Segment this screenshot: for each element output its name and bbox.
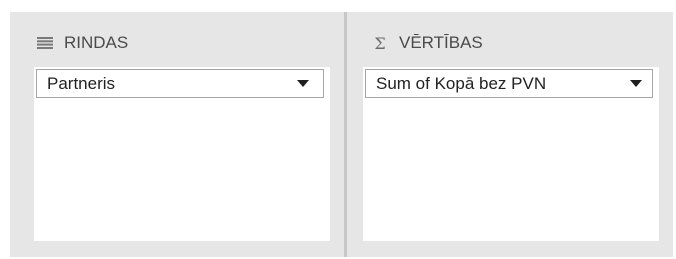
values-area-title: VĒRTĪBAS xyxy=(399,33,483,52)
values-drop-zone[interactable]: Sum of Kopā bez PVN xyxy=(363,67,659,241)
field-pill-label: Sum of Kopā bez PVN xyxy=(376,73,547,93)
rows-area-title: RINDAS xyxy=(64,33,129,52)
rows-drop-zone[interactable]: Partneris xyxy=(34,67,330,241)
rows-area: RINDAS Partneris xyxy=(10,12,344,257)
sigma-icon: Σ xyxy=(374,33,386,53)
values-area-header: Σ VĒRTĪBAS xyxy=(371,30,483,56)
field-pill-sum-kopa-bez-pvn[interactable]: Sum of Kopā bez PVN xyxy=(365,69,653,98)
rows-area-header: RINDAS xyxy=(36,30,128,56)
values-area: Σ VĒRTĪBAS Sum of Kopā bez PVN xyxy=(347,12,673,257)
dropdown-arrow-icon[interactable] xyxy=(297,80,309,87)
field-pill-partneris[interactable]: Partneris xyxy=(36,69,324,98)
dropdown-arrow-icon[interactable] xyxy=(630,80,642,87)
rows-list-icon xyxy=(36,37,54,49)
field-pill-label: Partneris xyxy=(47,73,116,93)
pivot-field-areas: RINDAS Partneris Σ VĒRTĪBAS Sum of Kopā … xyxy=(10,12,673,257)
